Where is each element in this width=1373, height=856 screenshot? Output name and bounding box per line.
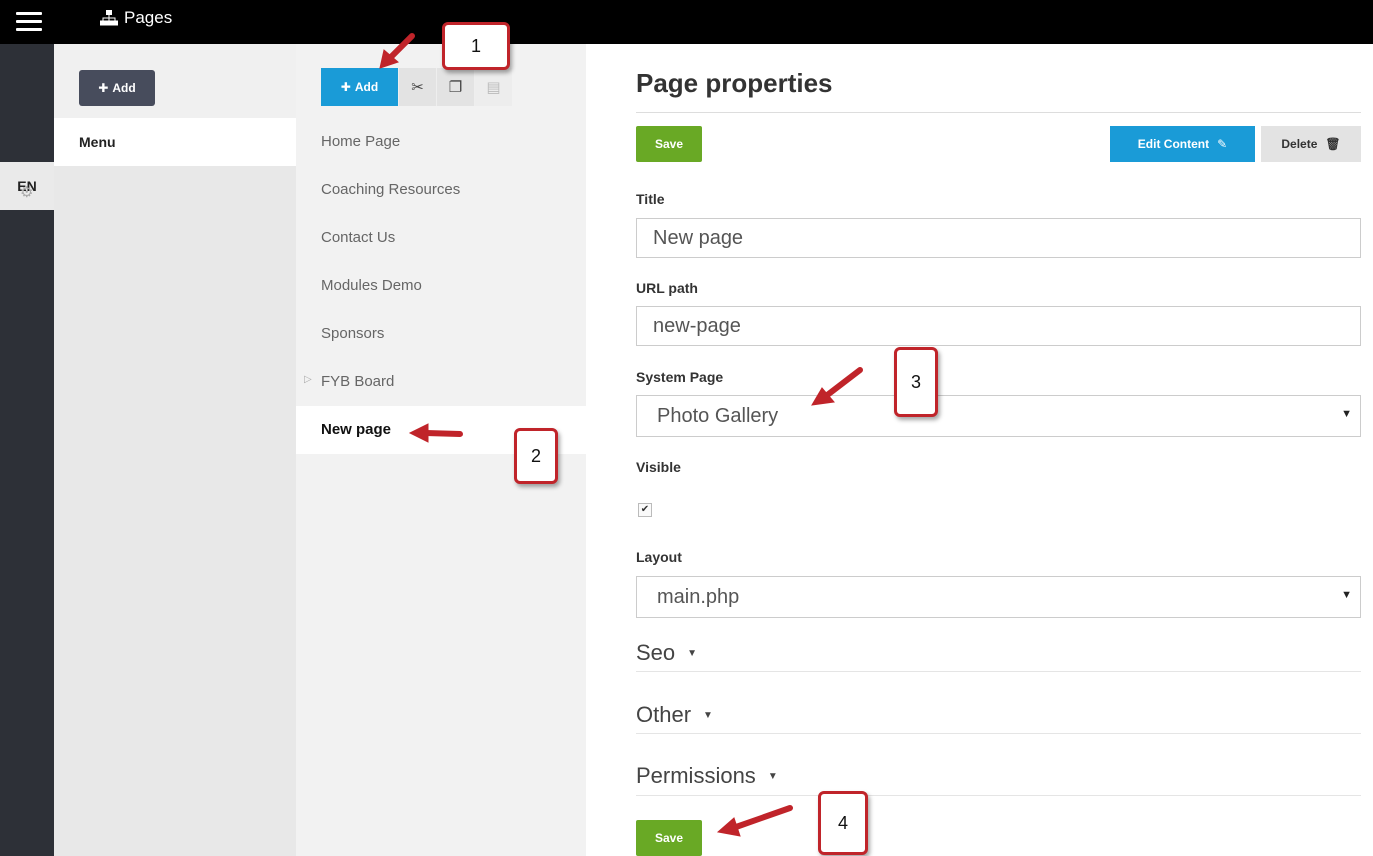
annotation-arrows	[379, 33, 863, 837]
annotation-arrow-1	[387, 33, 415, 61]
annotation-arrow-4	[733, 805, 793, 830]
annotation-arrow-2	[423, 430, 463, 437]
annotation-arrowhead-2	[408, 423, 429, 443]
annotation-arrow-3	[823, 367, 863, 399]
annotation-arrowhead-4	[716, 817, 741, 837]
